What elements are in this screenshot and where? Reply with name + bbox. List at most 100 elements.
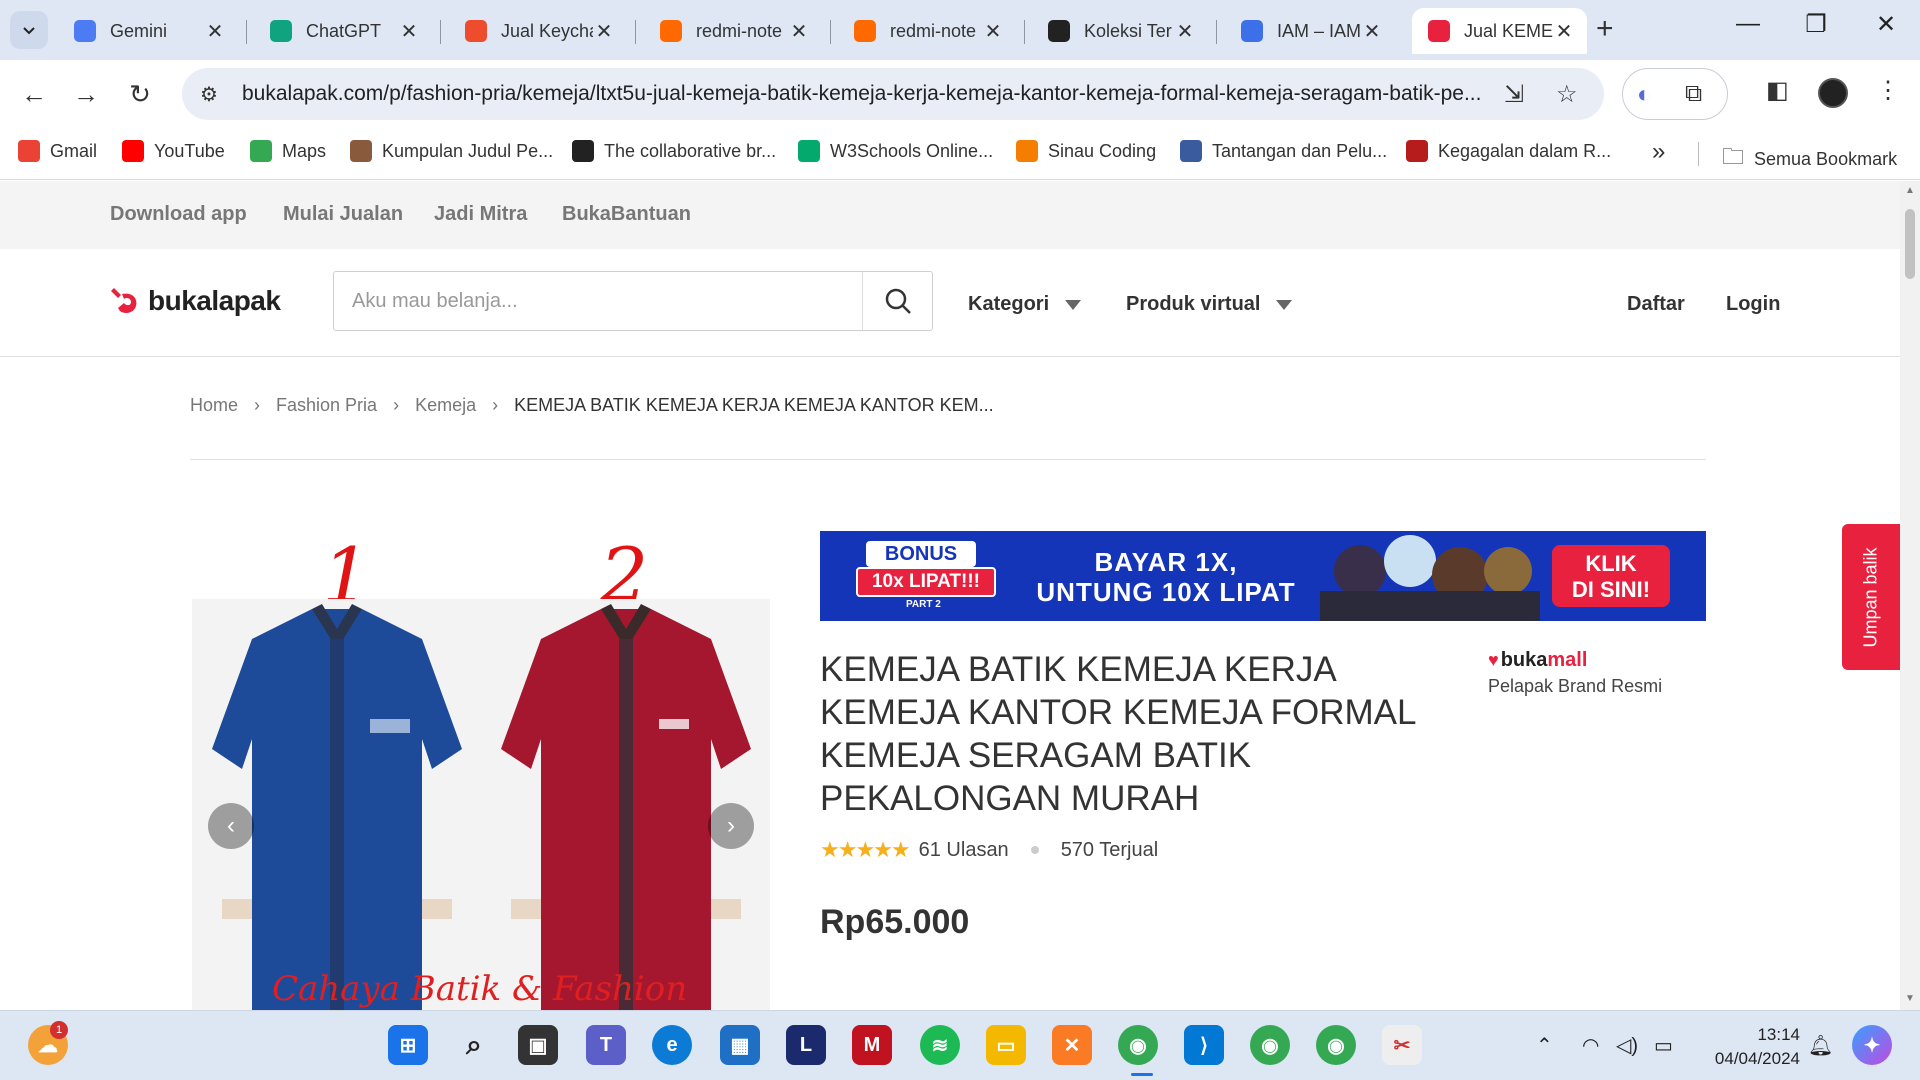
search-button[interactable] xyxy=(864,272,932,330)
bookmark-item[interactable]: The collaborative br... xyxy=(572,140,776,162)
install-app-icon[interactable]: ⇲ xyxy=(1504,80,1524,109)
bookmarks-overflow-icon[interactable]: » xyxy=(1652,138,1665,166)
vscode-icon[interactable]: ⟩ xyxy=(1184,1025,1224,1065)
xampp-icon[interactable]: ✕ xyxy=(1052,1025,1092,1065)
restore-icon[interactable]: ❐ xyxy=(1796,10,1836,39)
browser-tab[interactable]: Koleksi Ter ✕ xyxy=(1032,8,1208,54)
volume-icon[interactable]: ◁) xyxy=(1616,1033,1638,1058)
scroll-down-icon[interactable]: ▼ xyxy=(1905,993,1915,1004)
bukalapak-logo[interactable]: bukalapak xyxy=(110,285,281,317)
kategori-menu[interactable]: Kategori xyxy=(968,293,1082,316)
search-icon[interactable]: ⌕ xyxy=(454,1025,494,1065)
wifi-icon[interactable]: ◠ xyxy=(1582,1033,1599,1058)
banner-cta[interactable]: KLIK DI SINI! xyxy=(1552,545,1670,607)
clock-time: 13:14 xyxy=(1757,1025,1800,1044)
feedback-button[interactable]: Umpan balik xyxy=(1842,524,1900,670)
bukamall-logo: ♥ buka mall xyxy=(1488,649,1662,672)
browser-tab[interactable]: Jual KEMEJA✕ xyxy=(1412,8,1587,54)
scroll-thumb[interactable] xyxy=(1905,209,1915,279)
mulai-jualan-link[interactable]: Mulai Jualan xyxy=(283,203,403,226)
close-window-icon[interactable]: ✕ xyxy=(1866,10,1906,39)
product-image-gallery[interactable]: 1 2 Cahaya Batik & Fashion ‹ › xyxy=(192,531,770,1010)
close-tab-icon[interactable]: ✕ xyxy=(593,19,615,44)
chrome-profile-icon[interactable]: ◉ xyxy=(1250,1025,1290,1065)
jadi-mitra-link[interactable]: Jadi Mitra xyxy=(434,203,527,226)
browser-tab[interactable]: Jual Keychain✕ xyxy=(449,8,627,54)
download-app-link[interactable]: Download app xyxy=(110,203,247,226)
close-tab-icon[interactable]: ✕ xyxy=(1553,19,1575,44)
page-scrollbar[interactable]: ▲ ▼ xyxy=(1900,181,1920,1010)
close-tab-icon[interactable]: ✕ xyxy=(398,19,420,44)
system-clock[interactable]: 13:14 04/04/2024 xyxy=(1704,1023,1800,1071)
spotify-icon[interactable]: ≋ xyxy=(920,1025,960,1065)
browser-tab[interactable]: redmi-note ✕ xyxy=(644,8,822,54)
breadcrumb-fashion-pria[interactable]: Fashion Pria xyxy=(276,395,377,416)
close-tab-icon[interactable]: ✕ xyxy=(1361,19,1383,44)
new-tab-button[interactable]: + xyxy=(1596,14,1614,44)
tab-search-button[interactable] xyxy=(10,11,48,49)
show-hidden-icons-icon[interactable]: ⌃ xyxy=(1536,1033,1553,1058)
bookmark-item[interactable]: W3Schools Online... xyxy=(798,140,993,162)
all-bookmarks-button[interactable]: 🗀 Semua Bookmark xyxy=(1722,140,1897,178)
notifications-bell-icon[interactable]: 🔔︎ xyxy=(1808,1033,1833,1058)
edge-icon[interactable]: e xyxy=(652,1025,692,1065)
bookmark-item[interactable]: Gmail xyxy=(18,140,97,162)
close-tab-icon[interactable]: ✕ xyxy=(982,19,1004,44)
task-view-icon[interactable]: ▣ xyxy=(518,1025,558,1065)
file-explorer-icon[interactable]: ▭ xyxy=(986,1025,1026,1065)
login-link[interactable]: Login xyxy=(1726,293,1780,316)
snipping-tool-icon[interactable]: ✂ xyxy=(1382,1025,1422,1065)
daftar-link[interactable]: Daftar xyxy=(1627,293,1685,316)
menu-kebab-icon[interactable]: ⋮ xyxy=(1876,76,1900,105)
start-icon[interactable]: ⊞ xyxy=(388,1025,428,1065)
extensions-icon[interactable]: ⧉ xyxy=(1685,80,1702,108)
browser-tab[interactable]: redmi-note ✕ xyxy=(838,8,1016,54)
bookmark-item[interactable]: Kegagalan dalam R... xyxy=(1406,140,1611,162)
back-icon[interactable]: ← xyxy=(16,76,52,112)
bookmark-item[interactable]: YouTube xyxy=(122,140,225,162)
site-info-icon[interactable]: ⚙ xyxy=(200,82,228,107)
close-tab-icon[interactable]: ✕ xyxy=(1174,19,1196,44)
gallery-next-button[interactable]: › xyxy=(708,803,754,849)
produk-virtual-menu[interactable]: Produk virtual xyxy=(1126,293,1293,316)
bookmark-star-icon[interactable]: ☆ xyxy=(1556,80,1578,109)
copilot-icon[interactable]: ◐ xyxy=(1637,81,1652,109)
app-l-icon[interactable]: L xyxy=(786,1025,826,1065)
copilot-taskbar-icon[interactable]: ✦ xyxy=(1852,1025,1892,1065)
sold-count: 570 Terjual xyxy=(1060,838,1159,861)
review-count-link[interactable]: 61 Ulasan xyxy=(919,839,1009,862)
store-icon[interactable]: ▦ xyxy=(720,1025,760,1065)
gallery-prev-button[interactable]: ‹ xyxy=(208,803,254,849)
caret-down-icon xyxy=(1065,299,1082,310)
profile-avatar[interactable] xyxy=(1818,78,1848,108)
breadcrumb-separator-icon: › xyxy=(492,395,499,415)
chrome-profile-icon[interactable]: ◉ xyxy=(1316,1025,1356,1065)
url-text[interactable]: bukalapak.com/p/fashion-pria/kemeja/ltxt… xyxy=(242,82,1512,106)
browser-tab[interactable]: Gemini ✕ xyxy=(58,8,238,54)
bookmark-item[interactable]: Kumpulan Judul Pe... xyxy=(350,140,553,162)
chrome-icon[interactable]: ◉ xyxy=(1118,1025,1158,1065)
browser-tab[interactable]: ChatGPT ✕ xyxy=(254,8,432,54)
side-panel-icon[interactable]: ◧ xyxy=(1766,76,1789,105)
search-icon xyxy=(885,288,911,314)
browser-tab[interactable]: IAM – IAM ✕ xyxy=(1225,8,1395,54)
mcafee-icon[interactable]: M xyxy=(852,1025,892,1065)
breadcrumb-kemeja[interactable]: Kemeja xyxy=(415,395,476,416)
breadcrumb-home[interactable]: Home xyxy=(190,395,238,416)
minimize-icon[interactable]: — xyxy=(1728,10,1768,38)
close-tab-icon[interactable]: ✕ xyxy=(204,19,226,44)
scroll-up-icon[interactable]: ▲ xyxy=(1905,185,1915,196)
bookmark-item[interactable]: Sinau Coding xyxy=(1016,140,1156,162)
bukamall-badge[interactable]: ♥ buka mall Pelapak Brand Resmi xyxy=(1488,649,1662,697)
forward-icon[interactable]: → xyxy=(68,76,104,112)
promo-banner[interactable]: BONUS 10x LIPAT!!! PART 2 BAYAR 1X, UNTU… xyxy=(820,531,1706,621)
bookmark-item[interactable]: Maps xyxy=(250,140,326,162)
battery-icon[interactable]: ▭ xyxy=(1654,1033,1673,1058)
teams-icon[interactable]: T xyxy=(586,1025,626,1065)
bukabantuan-link[interactable]: BukaBantuan xyxy=(562,203,691,226)
reload-icon[interactable]: ↻ xyxy=(122,76,158,112)
bookmark-item[interactable]: Tantangan dan Pelu... xyxy=(1180,140,1387,162)
address-bar[interactable]: ⚙ bukalapak.com/p/fashion-pria/kemeja/lt… xyxy=(182,68,1604,120)
close-tab-icon[interactable]: ✕ xyxy=(788,19,810,44)
search-input[interactable] xyxy=(334,272,862,330)
